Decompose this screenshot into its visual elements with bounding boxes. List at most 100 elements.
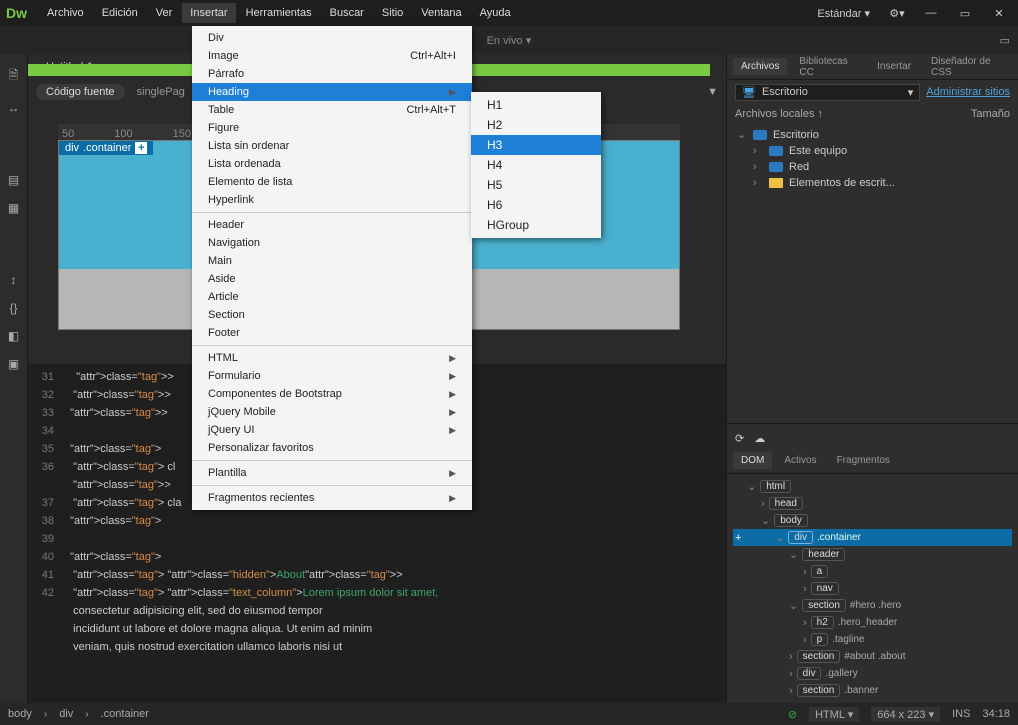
menu-item-html[interactable]: HTML▶ (192, 349, 472, 367)
menu-item-aside[interactable]: Aside (192, 270, 472, 288)
dom-node-section[interactable]: ›section.banner (733, 682, 1012, 699)
sync-settings-icon[interactable]: ⚙▾ (884, 3, 910, 23)
menu-item-header[interactable]: Header (192, 216, 472, 234)
workspace-selector[interactable]: Estándar ▾ (811, 5, 876, 22)
dom-node-p[interactable]: ›p.tagline (733, 631, 1012, 648)
dom-node-body[interactable]: ⌄body (733, 512, 1012, 529)
related-file-link[interactable]: singlePag (137, 86, 185, 98)
window-size-selector[interactable]: 664 x 223 ▾ (871, 707, 940, 722)
window-minimize-icon[interactable]: — (918, 3, 944, 23)
menu-insertar[interactable]: Insertar (182, 3, 235, 23)
submenu-item-h5[interactable]: H5 (471, 175, 601, 195)
menu-herramientas[interactable]: Herramientas (238, 3, 320, 23)
file-tree-item[interactable]: ›Elementos de escrit... (731, 175, 1014, 191)
dom-node-section[interactable]: ›section#about .about (733, 648, 1012, 665)
submenu-item-h1[interactable]: H1 (471, 95, 601, 115)
panel-tab-fragmentos[interactable]: Fragmentos (829, 452, 898, 469)
collapse-all-icon[interactable]: ▦ (8, 201, 19, 215)
window-maximize-icon[interactable]: ▭ (952, 3, 978, 23)
menu-item-image[interactable]: ImageCtrl+Alt+I (192, 47, 472, 65)
submenu-item-h3[interactable]: H3 (471, 135, 601, 155)
menu-item-jquery-mobile[interactable]: jQuery Mobile▶ (192, 403, 472, 421)
dom-node-head[interactable]: ›head (733, 495, 1012, 512)
menu-ventana[interactable]: Ventana (413, 3, 469, 23)
breadcrumb[interactable]: body (8, 708, 32, 720)
window-close-icon[interactable]: ✕ (986, 3, 1012, 23)
column-size[interactable]: Tamaño (971, 108, 1010, 120)
expand-all-icon[interactable]: ▤ (8, 173, 19, 187)
menu-item-componentes-de-bootstrap[interactable]: Componentes de Bootstrap▶ (192, 385, 472, 403)
file-tree-item[interactable]: ›Este equipo (731, 143, 1014, 159)
panel-menu-icon[interactable]: ▭ (1000, 34, 1010, 47)
menu-item-elemento-de-lista[interactable]: Elemento de lista (192, 173, 472, 191)
dom-node-html[interactable]: ⌄html (733, 478, 1012, 495)
panel-tab-insertar[interactable]: Insertar (869, 58, 919, 75)
dom-node-div[interactable]: +⌄div.container (733, 529, 1012, 546)
file-management-icon[interactable]: 🗎 (9, 66, 19, 87)
dom-node-div[interactable]: ›div.gallery (733, 665, 1012, 682)
element-display-badge[interactable]: div .container + (59, 141, 153, 155)
column-local-files[interactable]: Archivos locales ↑ (735, 108, 823, 120)
apply-comment-icon[interactable]: ◧ (8, 329, 19, 343)
menu-item-formulario[interactable]: Formulario▶ (192, 367, 472, 385)
add-class-icon[interactable]: + (135, 142, 147, 154)
breadcrumb[interactable]: .container (101, 708, 149, 720)
menu-item-table[interactable]: TableCtrl+Alt+T (192, 101, 472, 119)
site-dropdown[interactable]: 🖥 Escritorio ▾ (735, 84, 920, 101)
dom-node-header[interactable]: ⌄header (733, 546, 1012, 563)
panel-tab-activos[interactable]: Activos (776, 452, 824, 469)
breadcrumb[interactable]: div (59, 708, 73, 720)
panel-tab-archivos[interactable]: Archivos (733, 58, 787, 75)
submenu-item-h6[interactable]: H6 (471, 195, 601, 215)
menu-ayuda[interactable]: Ayuda (472, 3, 519, 23)
dom-node-nav[interactable]: ›nav (733, 580, 1012, 597)
format-source-icon[interactable]: {} (9, 301, 17, 315)
dom-node-a[interactable]: ›a (733, 563, 1012, 580)
wrap-tag-icon[interactable]: ▣ (8, 357, 19, 371)
menu-item-div[interactable]: Div (192, 29, 472, 47)
menu-item-párrafo[interactable]: Párrafo (192, 65, 472, 83)
collect-icon[interactable]: ☁ (754, 432, 765, 445)
menu-item-heading[interactable]: Heading▶ (192, 83, 472, 101)
manage-sites-link[interactable]: Administrar sitios (926, 86, 1010, 98)
error-status-icon[interactable]: ⊘ (788, 708, 797, 721)
file-tree-item[interactable]: ›Red (731, 159, 1014, 175)
dom-node-h2[interactable]: ›h2.hero_header (733, 614, 1012, 631)
menu-item-lista-sin-ordenar[interactable]: Lista sin ordenar (192, 137, 472, 155)
submenu-item-h4[interactable]: H4 (471, 155, 601, 175)
submenu-item-h2[interactable]: H2 (471, 115, 601, 135)
refresh-icon[interactable]: ⟳ (735, 432, 744, 445)
menu-item-main[interactable]: Main (192, 252, 472, 270)
menu-item-figure[interactable]: Figure (192, 119, 472, 137)
menu-item-jquery-ui[interactable]: jQuery UI▶ (192, 421, 472, 439)
menu-item-personalizar-favoritos[interactable]: Personalizar favoritos (192, 439, 472, 457)
menu-ver[interactable]: Ver (148, 3, 181, 23)
panel-tab-bibliotecas-cc[interactable]: Bibliotecas CC (791, 53, 865, 81)
menu-buscar[interactable]: Buscar (322, 3, 372, 23)
menu-sitio[interactable]: Sitio (374, 3, 411, 23)
menu-item-hyperlink[interactable]: Hyperlink (192, 191, 472, 209)
menu-item-fragmentos-recientes[interactable]: Fragmentos recientes▶ (192, 489, 472, 507)
language-selector[interactable]: HTML ▾ (809, 707, 859, 722)
submenu-item-hgroup[interactable]: HGroup (471, 215, 601, 235)
source-code-button[interactable]: Código fuente (36, 84, 125, 100)
add-element-icon[interactable]: + (735, 532, 741, 544)
menu-item-footer[interactable]: Footer (192, 324, 472, 342)
view-live-button[interactable]: En vivo ▾ (487, 34, 532, 47)
panel-tab-dom[interactable]: DOM (733, 452, 772, 469)
menu-item-article[interactable]: Article (192, 288, 472, 306)
toggle-icon[interactable]: ↔ (8, 101, 20, 115)
insert-mode-label[interactable]: INS (952, 708, 970, 720)
menu-item-plantilla[interactable]: Plantilla▶ (192, 464, 472, 482)
panel-tab-diseñador-de-css[interactable]: Diseñador de CSS (923, 53, 1012, 81)
menu-archivo[interactable]: Archivo (39, 3, 92, 23)
menu-edición[interactable]: Edición (94, 3, 146, 23)
filter-icon[interactable]: ▼ (707, 86, 718, 98)
menu-item-lista-ordenada[interactable]: Lista ordenada (192, 155, 472, 173)
dom-node-section[interactable]: ⌄section#hero .hero (733, 597, 1012, 614)
menu-item-navigation[interactable]: Navigation (192, 234, 472, 252)
file-tree-item[interactable]: ⌄Escritorio (731, 126, 1014, 143)
menu-item-section[interactable]: Section (192, 306, 472, 324)
select-parent-icon[interactable]: ↕ (11, 273, 17, 287)
element-class-label: .container (83, 142, 131, 154)
